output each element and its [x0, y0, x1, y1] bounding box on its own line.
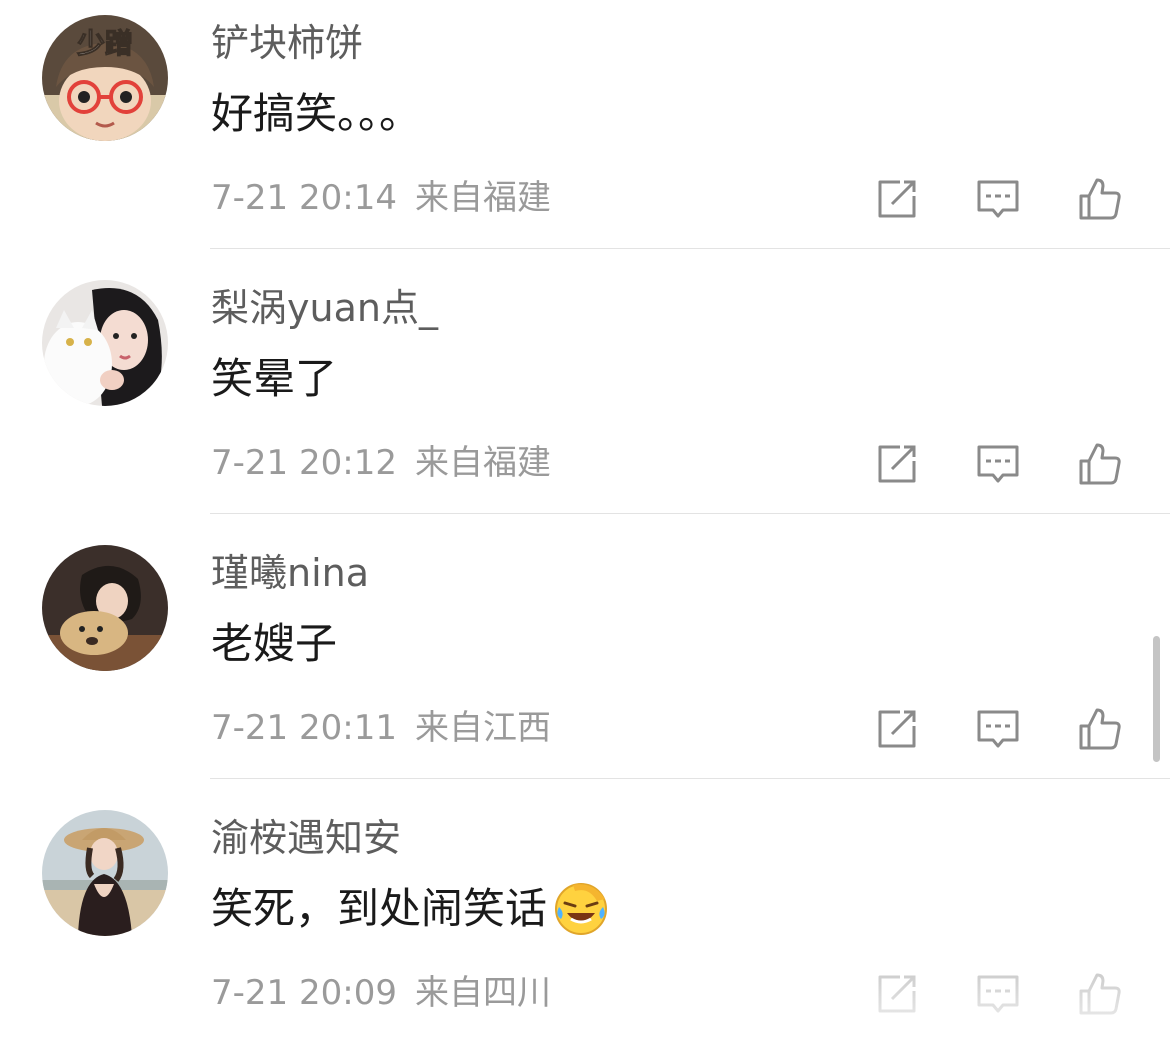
comment-text: 好搞笑。。。	[211, 86, 421, 142]
username[interactable]: 瑾曦nina	[211, 548, 369, 598]
divider	[210, 778, 1170, 779]
comment-text-body: 好搞笑。。。	[211, 89, 422, 138]
comment-icon	[977, 445, 1019, 483]
comment-location: 来自四川	[414, 973, 551, 1013]
comment-meta: 7-21 20:09 来自四川	[211, 969, 551, 1017]
comment-location: 来自福建	[414, 443, 551, 483]
bottom-overlay	[860, 968, 1170, 1039]
share-button[interactable]	[873, 705, 921, 753]
avatar[interactable]: 少蹭	[42, 15, 168, 141]
reply-button[interactable]	[974, 175, 1022, 223]
share-icon	[878, 445, 916, 483]
share-button[interactable]	[873, 175, 921, 223]
like-button[interactable]	[1076, 175, 1124, 223]
comment-text: 老嫂子	[211, 616, 337, 672]
comment-meta: 7-21 20:11 来自江西	[211, 704, 551, 752]
username[interactable]: 梨涡yuan点_	[211, 283, 438, 333]
comment-icon	[977, 180, 1019, 218]
avatar-image	[42, 280, 168, 406]
like-button[interactable]	[1076, 705, 1124, 753]
comment-item: 瑾曦nina 老嫂子 7-21 20:11 来自江西	[0, 530, 1170, 795]
comment-text-body: 笑死，到处闹笑话	[211, 884, 548, 933]
avatar-image	[42, 545, 168, 671]
comment-text-body: 笑晕了	[211, 354, 338, 403]
comment-time: 7-21 20:09	[211, 973, 397, 1013]
divider	[210, 248, 1170, 249]
divider	[210, 513, 1170, 514]
avatar[interactable]	[42, 280, 168, 406]
comment-text: 笑死，到处闹笑话	[211, 881, 609, 937]
comment-location: 来自福建	[414, 178, 551, 218]
share-icon	[878, 180, 916, 218]
scrollbar[interactable]	[1153, 636, 1160, 762]
comment-icon	[977, 710, 1019, 748]
comment-meta: 7-21 20:12 来自福建	[211, 439, 551, 487]
comment-time: 7-21 20:14	[211, 178, 397, 218]
avatar[interactable]	[42, 810, 168, 936]
comment-meta: 7-21 20:14 来自福建	[211, 174, 551, 222]
thumbs-up-icon	[1079, 178, 1121, 220]
like-button[interactable]	[1076, 440, 1124, 488]
reply-button[interactable]	[974, 440, 1022, 488]
thumbs-up-icon	[1079, 708, 1121, 750]
comment-text-body: 老嫂子	[211, 619, 338, 668]
username[interactable]: 铲块柿饼	[211, 18, 363, 68]
share-icon	[878, 710, 916, 748]
username[interactable]: 渝桉遇知安	[211, 813, 401, 863]
comment-item: 少蹭 铲块柿饼 好搞笑。。。 7-21 20:14 来自福建	[0, 0, 1170, 265]
avatar-image: 少蹭	[42, 15, 168, 141]
thumbs-up-icon	[1079, 443, 1121, 485]
avatar[interactable]	[42, 545, 168, 671]
reply-button[interactable]	[974, 705, 1022, 753]
avatar-text: 少蹭	[77, 27, 133, 60]
comment-location: 来自江西	[414, 708, 551, 748]
comment-text: 笑晕了	[211, 351, 337, 407]
laughing-crying-emoji-icon	[553, 881, 609, 937]
share-button[interactable]	[873, 440, 921, 488]
comment-time: 7-21 20:12	[211, 443, 397, 483]
comment-item: 梨涡yuan点_ 笑晕了 7-21 20:12 来自福建	[0, 265, 1170, 530]
avatar-image	[42, 810, 168, 936]
comment-time: 7-21 20:11	[211, 708, 397, 748]
